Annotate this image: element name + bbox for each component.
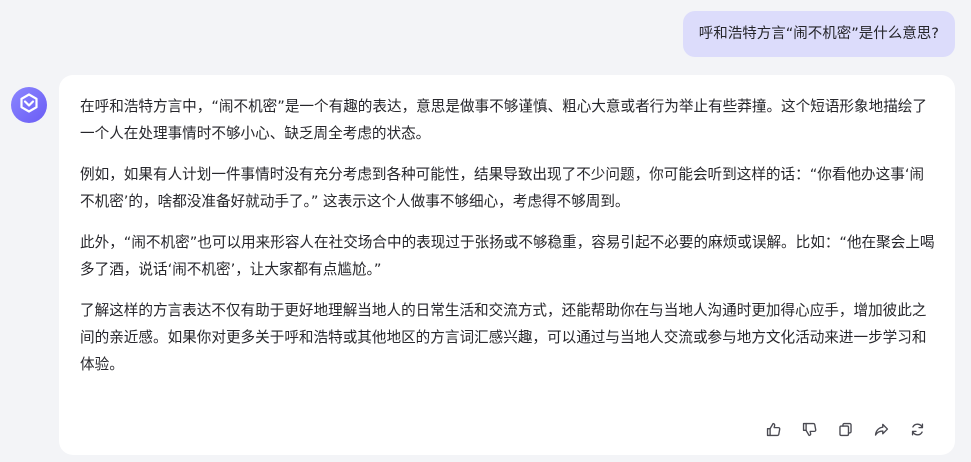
user-message-text: 呼和浩特方言“闹不机密”是什么意思? — [698, 26, 939, 42]
copy-icon[interactable] — [835, 419, 855, 439]
thumbs-down-icon[interactable] — [799, 419, 819, 439]
assistant-logo-icon — [18, 92, 40, 118]
assistant-avatar — [11, 87, 47, 123]
answer-toolbar — [763, 419, 927, 439]
user-message-bubble: 呼和浩特方言“闹不机密”是什么意思? — [682, 11, 955, 57]
answer-paragraph: 了解这样的方言表达不仅有助于更好地理解当地人的日常生活和交流方式，还能帮助你在与… — [80, 302, 927, 373]
answer-paragraph: 在呼和浩特方言中，“闹不机密”是一个有趣的表达，意思是做事不够谨慎、粗心大意或者… — [80, 98, 927, 142]
chat-view: 呼和浩特方言“闹不机密”是什么意思? 在呼和浩特方言中，“闹不机密”是一个有趣的… — [0, 0, 971, 462]
answer-paragraph: 例如，如果有人计划一件事情时没有充分考虑到各种可能性，结果导致出现了不少问题，你… — [80, 166, 925, 210]
answer-paragraph: 此外，“闹不机密”也可以用来形容人在社交场合中的表现过于张扬或不够稳重，容易引起… — [80, 234, 935, 278]
assistant-answer-card: 在呼和浩特方言中，“闹不机密”是一个有趣的表达，意思是做事不够谨慎、粗心大意或者… — [59, 75, 955, 455]
share-icon[interactable] — [871, 419, 891, 439]
thumbs-up-icon[interactable] — [763, 419, 783, 439]
regenerate-icon[interactable] — [907, 419, 927, 439]
